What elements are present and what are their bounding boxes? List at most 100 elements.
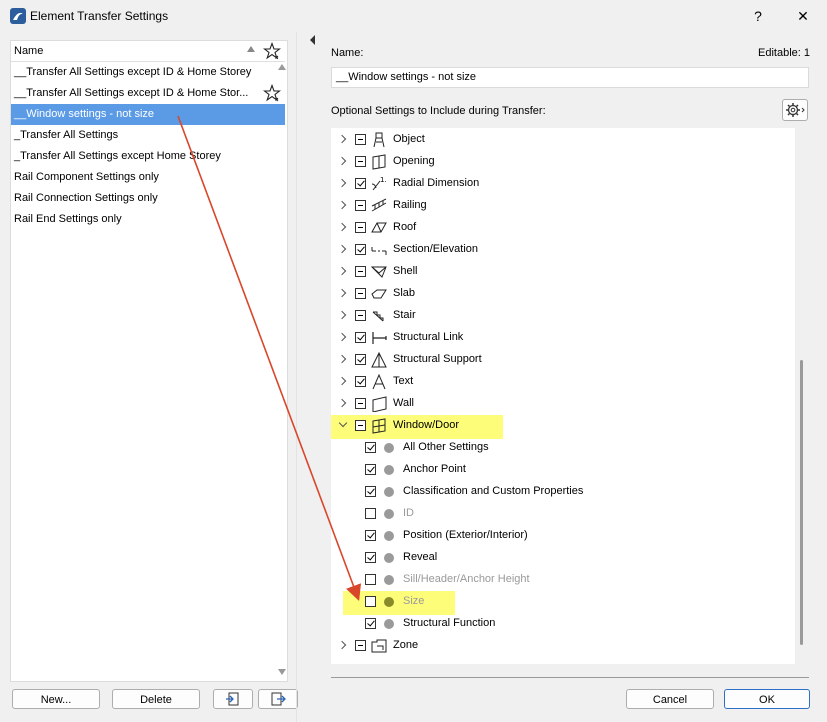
tree-category-row[interactable]: Window/Door (331, 415, 795, 439)
chevron-right-icon[interactable] (337, 244, 347, 254)
checkbox[interactable] (355, 156, 366, 167)
options-button[interactable] (782, 99, 808, 121)
chevron-right-icon[interactable] (337, 222, 347, 232)
tree-setting-row[interactable]: ID (331, 503, 795, 525)
ok-button[interactable]: OK (724, 689, 810, 709)
tree-category-row[interactable]: Zone (331, 635, 795, 657)
checkbox[interactable] (365, 574, 376, 585)
chevron-right-icon[interactable] (337, 332, 347, 342)
status-dot-icon (384, 575, 394, 585)
favorite-star-icon[interactable] (263, 42, 281, 60)
tree-category-row[interactable]: Structural Support (331, 349, 795, 371)
chevron-right-icon[interactable] (337, 640, 347, 650)
tree-category-row[interactable]: Text (331, 371, 795, 393)
checkbox[interactable] (355, 376, 366, 387)
sort-ascending-icon[interactable] (247, 46, 255, 52)
checkbox[interactable] (365, 442, 376, 453)
checkbox[interactable] (365, 464, 376, 475)
tree-category-row[interactable]: Section/Elevation (331, 239, 795, 261)
chevron-right-icon[interactable] (337, 398, 347, 408)
checkbox[interactable] (365, 618, 376, 629)
checkbox[interactable] (365, 596, 376, 607)
name-column-header[interactable]: Name (14, 45, 43, 57)
list-item[interactable]: Rail End Settings only (11, 209, 285, 230)
tree-setting-row[interactable]: Classification and Custom Properties (331, 481, 795, 503)
chevron-right-icon[interactable] (337, 200, 347, 210)
collapse-panel-icon[interactable] (310, 35, 315, 45)
checkbox[interactable] (355, 398, 366, 409)
tree-category-row[interactable]: Stair (331, 305, 795, 327)
tree-category-row[interactable]: Shell (331, 261, 795, 283)
chevron-right-icon[interactable] (337, 288, 347, 298)
checkbox[interactable] (355, 200, 366, 211)
tree-setting-row[interactable]: Anchor Point (331, 459, 795, 481)
list-scroll-up-icon[interactable] (278, 64, 286, 70)
tree-category-row[interactable]: Opening (331, 151, 795, 173)
checkbox[interactable] (355, 288, 366, 299)
tree-setting-row[interactable]: Reveal (331, 547, 795, 569)
settings-list[interactable]: Name __Transfer All Settings except ID &… (10, 40, 288, 682)
app-icon (10, 8, 26, 24)
splitter[interactable] (296, 32, 297, 722)
import-button[interactable] (213, 689, 253, 709)
favorite-star-icon[interactable] (263, 84, 281, 102)
editable-count: Editable: 1 (758, 47, 810, 59)
chevron-right-icon[interactable] (337, 376, 347, 386)
checkbox[interactable] (355, 134, 366, 145)
tree-category-row[interactable]: Roof (331, 217, 795, 239)
cancel-button[interactable]: Cancel (626, 689, 714, 709)
chevron-right-icon[interactable] (337, 134, 347, 144)
chevron-right-icon[interactable] (337, 156, 347, 166)
chevron-right-icon[interactable] (337, 310, 347, 320)
tree-category-row[interactable]: Slab (331, 283, 795, 305)
tree-setting-row[interactable]: Size (331, 591, 795, 615)
list-item[interactable]: Rail Connection Settings only (11, 188, 285, 209)
delete-button[interactable]: Delete (112, 689, 200, 709)
checkbox[interactable] (355, 266, 366, 277)
tree-scrollbar[interactable] (800, 360, 803, 645)
section-elevation-icon (371, 247, 387, 255)
tree-setting-row[interactable]: Position (Exterior/Interior) (331, 525, 795, 547)
list-item[interactable]: __Transfer All Settings except ID & Home… (11, 83, 285, 104)
list-item[interactable]: _Transfer All Settings (11, 125, 285, 146)
tree-setting-row[interactable]: Structural Function (331, 613, 795, 635)
tree-setting-row[interactable]: Sill/Header/Anchor Height (331, 569, 795, 591)
close-button[interactable]: ✕ (793, 6, 813, 26)
tree-label: Sill/Header/Anchor Height (403, 573, 530, 585)
list-header[interactable]: Name (11, 41, 285, 62)
export-button[interactable] (258, 689, 298, 709)
checkbox[interactable] (365, 530, 376, 541)
checkbox[interactable] (355, 222, 366, 233)
tree-category-row[interactable]: 1.2 Radial Dimension (331, 173, 795, 195)
settings-tree[interactable]: Object Opening 1.2 Radial Dimension Railing R… (331, 128, 795, 664)
list-item[interactable]: Rail Component Settings only (11, 167, 285, 188)
list-item[interactable]: __Window settings - not size (11, 104, 285, 125)
new-button[interactable]: New... (12, 689, 100, 709)
checkbox[interactable] (355, 244, 366, 255)
list-scroll-down-icon[interactable] (278, 669, 286, 675)
checkbox[interactable] (355, 310, 366, 321)
checkbox[interactable] (355, 178, 366, 189)
tree-setting-row[interactable]: All Other Settings (331, 437, 795, 459)
tree-category-row[interactable]: Structural Link (331, 327, 795, 349)
tree-category-row[interactable]: Wall (331, 393, 795, 415)
checkbox[interactable] (355, 354, 366, 365)
checkbox[interactable] (365, 552, 376, 563)
chevron-right-icon[interactable] (337, 354, 347, 364)
checkbox[interactable] (355, 332, 366, 343)
tree-category-row[interactable]: Railing (331, 195, 795, 217)
list-item[interactable]: __Transfer All Settings except ID & Home… (11, 62, 285, 83)
status-dot-icon (384, 443, 394, 453)
tree-label: Text (393, 375, 414, 387)
help-button[interactable]: ? (748, 6, 768, 26)
checkbox[interactable] (365, 486, 376, 497)
status-dot-icon (384, 619, 394, 629)
checkbox[interactable] (355, 640, 366, 651)
tree-category-row[interactable]: Object (331, 129, 795, 151)
name-field[interactable]: __Window settings - not size (331, 67, 809, 88)
list-item[interactable]: _Transfer All Settings except Home Store… (11, 146, 285, 167)
chevron-right-icon[interactable] (337, 178, 347, 188)
chevron-right-icon[interactable] (337, 266, 347, 276)
checkbox[interactable] (365, 508, 376, 519)
checkbox[interactable] (355, 420, 366, 431)
